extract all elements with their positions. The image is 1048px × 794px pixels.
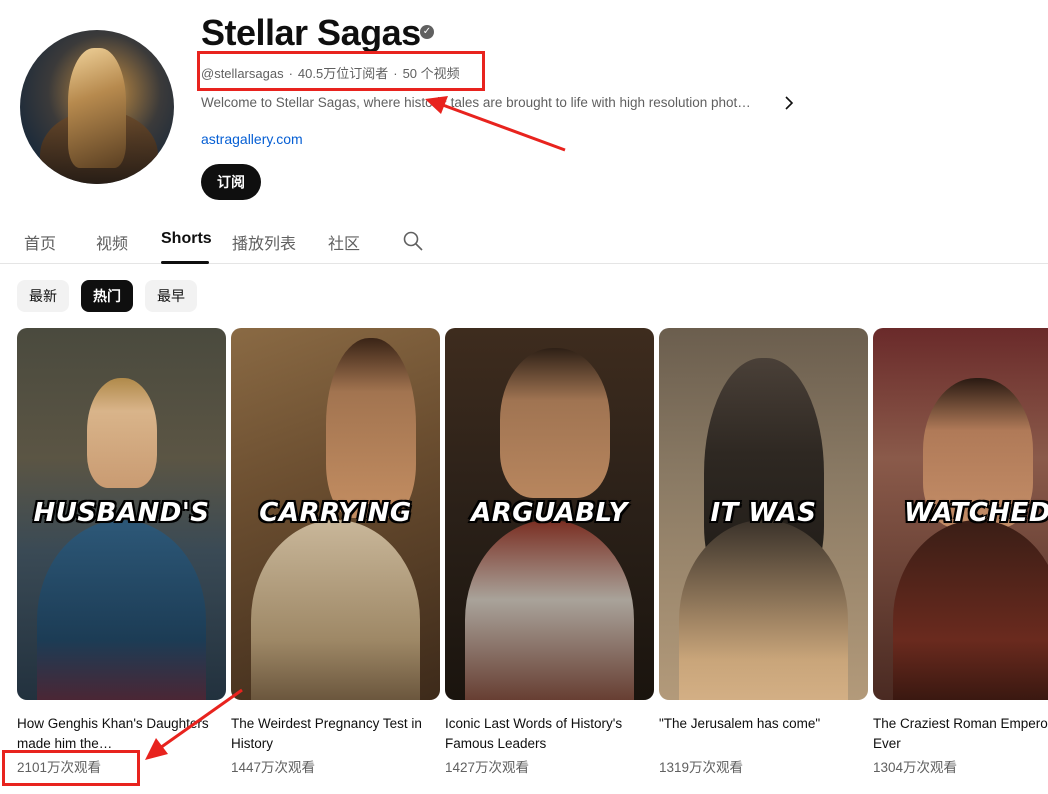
active-tab-underline — [161, 261, 209, 264]
tab-playlists[interactable]: 播放列表 — [232, 230, 296, 254]
chip-latest[interactable]: 最新 — [17, 280, 69, 312]
search-icon[interactable] — [402, 230, 424, 252]
chip-oldest[interactable]: 最早 — [145, 280, 197, 312]
annotation-box-view-count — [2, 750, 140, 786]
short-thumbnail[interactable]: CARRYING — [231, 328, 440, 700]
short-thumbnail[interactable]: WATCHED — [873, 328, 1048, 700]
subscribe-button[interactable]: 订阅 — [201, 164, 261, 200]
thumbnail-caption: WATCHED — [904, 498, 1048, 528]
short-thumbnail[interactable]: IT WAS — [659, 328, 868, 700]
thumbnail-caption: HUSBAND'S — [33, 498, 210, 528]
short-title[interactable]: "The Jerusalem has come" — [659, 714, 868, 754]
thumbnail-caption: CARRYING — [259, 498, 412, 528]
channel-title: Stellar Sagas — [201, 12, 421, 53]
short-card[interactable]: ARGUABLY Iconic Last Words of History's … — [445, 328, 654, 776]
chip-popular[interactable]: 热门 — [81, 280, 133, 312]
channel-avatar[interactable] — [20, 30, 174, 184]
avatar-statue — [68, 48, 126, 168]
short-card[interactable]: HUSBAND'S How Genghis Khan's Daughters m… — [17, 328, 226, 776]
short-card[interactable]: IT WAS "The Jerusalem has come" 1319万次观看 — [659, 328, 868, 776]
thumbnail-caption: ARGUABLY — [471, 498, 628, 528]
view-count: 1447万次观看 — [231, 760, 316, 775]
tab-videos[interactable]: 视频 — [96, 230, 128, 254]
thumbnail-caption: IT WAS — [710, 498, 817, 528]
channel-link[interactable]: astragallery.com — [201, 131, 303, 147]
short-title[interactable]: How Genghis Khan's Daughters made him th… — [17, 714, 226, 754]
view-count: 1427万次观看 — [445, 760, 530, 775]
view-count: 1319万次观看 — [659, 760, 744, 775]
short-title[interactable]: The Weirdest Pregnancy Test in History — [231, 714, 440, 754]
view-count: 1304万次观看 — [873, 760, 958, 775]
tab-shorts[interactable]: Shorts — [161, 230, 212, 248]
channel-description[interactable]: Welcome to Stellar Sagas, where historic… — [201, 95, 771, 110]
tab-community[interactable]: 社区 — [328, 230, 360, 254]
short-thumbnail[interactable]: ARGUABLY — [445, 328, 654, 700]
annotation-box-channel-meta — [197, 51, 485, 91]
tab-home[interactable]: 首页 — [24, 230, 56, 254]
channel-tabs: 首页 视频 Shorts 播放列表 社区 — [0, 216, 1048, 264]
short-title[interactable]: Iconic Last Words of History's Famous Le… — [445, 714, 654, 754]
short-thumbnail[interactable]: HUSBAND'S — [17, 328, 226, 700]
verified-checkmark-icon: ✓ — [420, 25, 434, 39]
short-card[interactable]: WATCHED The Craziest Roman Emperor Ever … — [873, 328, 1048, 776]
short-card[interactable]: CARRYING The Weirdest Pregnancy Test in … — [231, 328, 440, 776]
short-title[interactable]: The Craziest Roman Emperor Ever — [873, 714, 1048, 754]
chevron-right-icon[interactable] — [782, 94, 796, 112]
